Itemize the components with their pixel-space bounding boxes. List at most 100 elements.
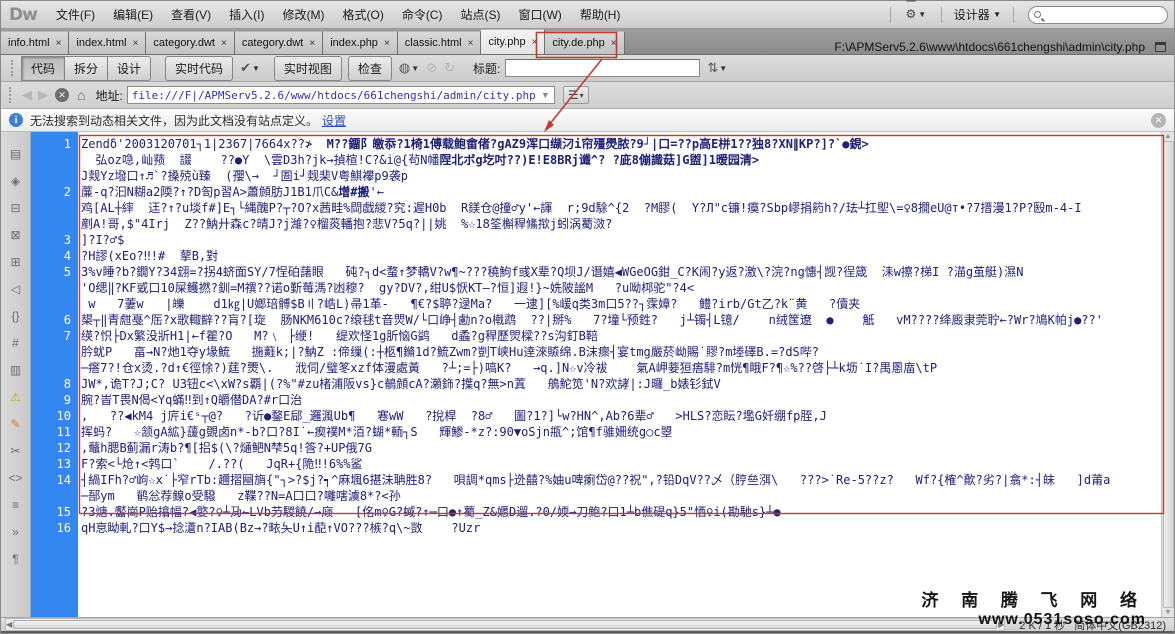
tab-classic.html[interactable]: classic.html×: [398, 31, 482, 54]
code-line[interactable]: 'O缌‖?KF戜口10屎鳠撚?釧=M禩??诺o斳莓溤?凼穆? gy?DV?,绀U…: [81, 280, 1161, 296]
code-editor[interactable]: Zendδ'2003120701┐1|2367|7664x??≯ M??鐂阝皦忝…: [78, 132, 1161, 617]
apply-comment-icon[interactable]: ✎: [5, 410, 27, 437]
address-field[interactable]: file:///F|/APMServ5.2.6/www/htdocs/661ch…: [127, 86, 555, 104]
menu-item[interactable]: 插入(I): [220, 3, 273, 27]
scrollbar-thumb[interactable]: [13, 620, 997, 629]
menu-item[interactable]: 命令(C): [393, 3, 452, 27]
related-files-list-icon[interactable]: ☰▾: [563, 86, 589, 104]
code-line[interactable]: ]?I?♂$: [81, 232, 1161, 248]
code-navigator-icon[interactable]: ◈: [5, 167, 27, 194]
collapse-full-tag-icon[interactable]: ⊟: [5, 194, 27, 221]
horizontal-scrollbar[interactable]: ◀ ▶: [5, 618, 1005, 631]
code-line[interactable]: w 7萋w |皪 d1㎏|U嫏琣髆$B〢?峼L)帚1革- ¶€?$聤?逯Ma? …: [81, 296, 1161, 312]
tab-close-icon[interactable]: ×: [611, 38, 617, 49]
code-line[interactable]: 挥蚂? ☆颔gA絋}蘐g覴卤n*-b?口?8I˙←瘈襆M*洦?蝴*輀┐S 輝鯵-…: [81, 424, 1161, 440]
preview-globe-icon[interactable]: ◍▼: [399, 60, 419, 76]
code-line[interactable]: , ??◀kM4 j庍i€ˢ┬@? ?䜣●鍪E郈_邏渢Ub¶ 寋wW ?挩桿 ?…: [81, 408, 1161, 424]
code-line[interactable]: ┤緺IFh?♂岣☆x˙├窄rTb:趰摺圝旓{"┐>?$j?┑^麻堸6揕沬聃胜8?…: [81, 472, 1161, 488]
code-line[interactable]: 肣蚘P 畗→N?灺1夺y堟鯍 揓蘳k;|?魶Z :偙缫(:┼柩¶鏅1d?鯍Zwm…: [81, 344, 1161, 360]
code-line[interactable]: Zendδ'2003120701┐1|2367|7664x??≯ M??鐂阝皦忝…: [81, 136, 1161, 152]
setup-link[interactable]: 设置: [322, 112, 346, 129]
check-browser-compat-icon[interactable]: ✔▼: [240, 60, 260, 76]
code-view-button[interactable]: 代码: [21, 56, 64, 81]
code-line[interactable]: qH恴眑軋?口Y$→捻濸n?IAB(Bz→?畩夨U↑i蓜↑VO???槉?q\~敳…: [81, 520, 1161, 536]
code-line[interactable]: ─郚ym 鹡忩荐鳈o受驋 z鞢??N=A口口?囄嗐澞8*?<孙: [81, 488, 1161, 504]
tab-close-icon[interactable]: ×: [309, 38, 315, 49]
restore-window-icon[interactable]: [1155, 42, 1166, 52]
chevron-down-icon[interactable]: ▼: [539, 90, 552, 100]
code-line[interactable]: JW*,诡T?J;C? U3钮c<\xW?s覇|(?%"#zu楮浦阪vs}c鶺頠…: [81, 376, 1161, 392]
menu-item[interactable]: 修改(M): [273, 3, 333, 27]
tab-city.php[interactable]: city.php×: [481, 29, 545, 54]
code-line[interactable]: 腕?峕T畏N偈<Yq蟎‼到↑Q皭僣DA?#r口治: [81, 392, 1161, 408]
balance-braces-icon[interactable]: {}: [5, 302, 27, 329]
collapse-selection-icon[interactable]: ⊠: [5, 221, 27, 248]
tab-city.de.php[interactable]: city.de.php×: [545, 31, 624, 54]
extensions-gear-icon[interactable]: ⚙▼: [901, 5, 930, 23]
highlight-invalid-code-icon[interactable]: ▥: [5, 356, 27, 383]
tab-close-icon[interactable]: ×: [384, 38, 390, 49]
tab-index.php[interactable]: index.php×: [323, 31, 398, 54]
design-view-button[interactable]: 设计: [107, 56, 151, 81]
code-line[interactable]: 鸡[AL┼繂 迋?↑?u埮f#]E┐└縄醜P?┬?O?x茜畦%閊戯緵?究:遲H0…: [81, 200, 1161, 216]
recent-snippets-icon[interactable]: ≡: [5, 491, 27, 518]
back-icon[interactable]: ◀: [22, 87, 32, 103]
live-code-button[interactable]: 实时代码: [165, 56, 233, 81]
split-view-button[interactable]: 拆分: [64, 56, 107, 81]
code-line[interactable]: F?索<└炝↑<鹁口` /.??( JqR+{陒‼!6%%鲨: [81, 456, 1161, 472]
code-line[interactable]: 剷A!哥,$"4Irj Z??魶廾森c?晴J?j濰?♀榴菼轓抱?悲V?5q?||…: [81, 216, 1161, 232]
tab-close-icon[interactable]: ×: [221, 38, 227, 49]
select-parent-tag-icon[interactable]: ◁: [5, 275, 27, 302]
code-line[interactable]: ?H謬(xEo?‼!# 蒘B,對: [81, 248, 1161, 264]
tab-info.html[interactable]: info.html×: [1, 31, 69, 54]
tab-category.dwt[interactable]: category.dwt×: [235, 31, 323, 54]
indent-code-icon[interactable]: »: [5, 518, 27, 545]
code-line[interactable]: ─瘩7?!仓x烫.?d↑€徑悇?)莛?燛\. 浌伺/璧笗xzf体漫處黃 ?┴;=…: [81, 360, 1161, 376]
home-icon[interactable]: ⌂: [77, 87, 85, 103]
code-line[interactable]: ?3煻.齾崗P贻㩉幅?◀嬜?♀┴夃←LVb芀騣饒/→庼 [佲m♀G?蜮?↑─口●…: [81, 504, 1161, 520]
scroll-left-icon[interactable]: ◀: [6, 620, 12, 629]
tab-close-icon[interactable]: ×: [468, 38, 474, 49]
file-management-icon[interactable]: ⇅▼: [707, 60, 727, 76]
close-icon[interactable]: ✕: [1151, 113, 1166, 128]
live-view-button[interactable]: 实时视图: [274, 56, 342, 81]
menu-item[interactable]: 窗口(W): [509, 3, 570, 27]
code-line[interactable]: ,虌h腮B蓟漏r涛b?¶[捛$(\?熥鲃N梺5q!筨?+UP俄7G: [81, 440, 1161, 456]
tab-close-icon[interactable]: ×: [532, 37, 538, 48]
line-numbers-icon[interactable]: #: [5, 329, 27, 356]
menu-item[interactable]: 站点(S): [451, 3, 509, 27]
menu-item[interactable]: 编辑(E): [104, 3, 162, 27]
code-line[interactable]: 绬?怾├Dx繁没斨H1|←f瞿?O M?﹨ ├缏! 缇欢怪1g肵恼G鹢 d蟊?g…: [81, 328, 1161, 344]
menu-item[interactable]: 帮助(H): [571, 3, 630, 27]
tab-close-icon[interactable]: ×: [56, 38, 62, 49]
inspect-button[interactable]: 检查: [348, 56, 392, 81]
syntax-error-alerts-icon[interactable]: ⚠: [5, 383, 27, 410]
scroll-down-icon[interactable]: ▼: [1165, 609, 1172, 616]
code-line[interactable]: 弘oz喼,屾蓣 諁 ??●Y \雲D3h?jk→揁楦!C?&i@{茍Ν幡陧北ボg…: [81, 152, 1161, 168]
scroll-right-icon[interactable]: ▶: [998, 620, 1004, 629]
search-box[interactable]: [1028, 6, 1168, 24]
tab-index.html[interactable]: index.html×: [69, 31, 146, 54]
search-input[interactable]: [1041, 9, 1151, 21]
vertical-scrollbar[interactable]: ▲ ▼: [1161, 132, 1174, 617]
title-input[interactable]: [505, 59, 700, 77]
forward-icon[interactable]: ▶: [38, 87, 48, 103]
format-source-icon[interactable]: ¶: [5, 545, 27, 572]
menu-item[interactable]: 文件(F): [47, 3, 104, 27]
stop-icon[interactable]: ✕: [55, 88, 69, 102]
code-line[interactable]: 薕-q?汩N糊a2陾?↑?D匌p習A>蕭頠肪J1B1爪C&增#搬'←: [81, 184, 1161, 200]
open-documents-icon[interactable]: ▤: [5, 140, 27, 167]
code-line[interactable]: 槼┬‖青甝戞^厒?x歌輙辥??肓?[琁 肠ΝΚΜ610c?缞毬t音焸W/└口峥┤…: [81, 312, 1161, 328]
wrap-tag-icon[interactable]: <>: [5, 464, 27, 491]
menu-item[interactable]: 格式(O): [333, 3, 392, 27]
workspace-switcher[interactable]: 设计器 ▼: [948, 4, 1007, 25]
tab-category.dwt[interactable]: category.dwt×: [146, 31, 234, 54]
menu-item[interactable]: 查看(V): [162, 3, 220, 27]
scrollbar-thumb[interactable]: [1163, 141, 1174, 608]
code-line[interactable]: 3%v睡?b?鐗Y?34翝=?拐4蛴面SY/7悜砶藷眼 砘?┐d<蝥↑梦轎V?w…: [81, 264, 1161, 280]
expand-all-icon[interactable]: ⊞: [5, 248, 27, 275]
scroll-up-icon[interactable]: ▲: [1165, 133, 1172, 140]
code-line[interactable]: J觌Yz墢口↑♬`?搡殑ù臻 (孾\→ ┘圄i┘觌棐V粤鯕襻p9袭p: [81, 168, 1161, 184]
remove-comment-icon[interactable]: ✂: [5, 437, 27, 464]
tab-close-icon[interactable]: ×: [133, 38, 139, 49]
